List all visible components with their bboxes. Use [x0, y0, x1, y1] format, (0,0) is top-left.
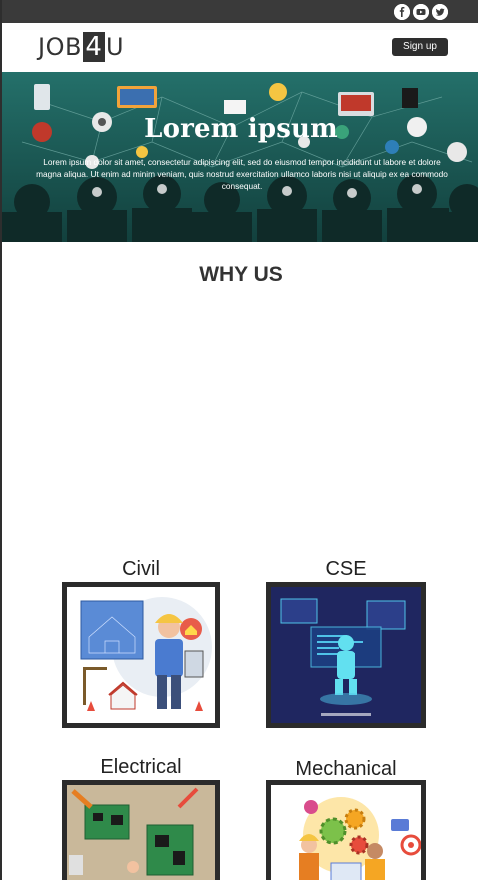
- hero-title: Lorem ipsum: [144, 114, 338, 144]
- logo-text-4: 4: [82, 32, 105, 62]
- hero-description: Lorem ipsum dolor sit amet, consectetur …: [36, 157, 448, 191]
- signup-button[interactable]: Sign up: [392, 38, 448, 56]
- electrical-image: [67, 785, 215, 880]
- category-card-electrical[interactable]: [62, 780, 220, 880]
- why-us-heading: WHY US: [199, 263, 283, 286]
- social-links: [394, 4, 448, 20]
- category-title-cse: CSE: [325, 558, 367, 580]
- civil-image: [67, 587, 215, 723]
- hero-banner: Lorem ipsum Lorem ipsum dolor sit amet, …: [2, 72, 478, 242]
- logo-text-job: JOB: [38, 33, 82, 61]
- category-card-mechanical[interactable]: [266, 780, 426, 880]
- category-title-electrical: Electrical: [100, 756, 182, 778]
- category-card-civil[interactable]: [62, 582, 220, 728]
- header: JOB 4 U Sign up: [2, 23, 478, 72]
- category-title-mechanical: Mechanical: [295, 758, 397, 780]
- twitter-icon[interactable]: [432, 4, 448, 20]
- category-card-cse[interactable]: [266, 582, 426, 728]
- mechanical-image: [271, 785, 421, 880]
- top-bar: [2, 0, 478, 23]
- facebook-icon[interactable]: [394, 4, 410, 20]
- page: JOB 4 U Sign up Lorem ipsum Lorem ipsum …: [0, 0, 478, 880]
- youtube-icon[interactable]: [413, 4, 429, 20]
- logo[interactable]: JOB 4 U: [38, 32, 124, 62]
- category-title-civil: Civil: [122, 558, 160, 580]
- cse-image: [271, 587, 421, 723]
- logo-text-u: U: [105, 33, 125, 61]
